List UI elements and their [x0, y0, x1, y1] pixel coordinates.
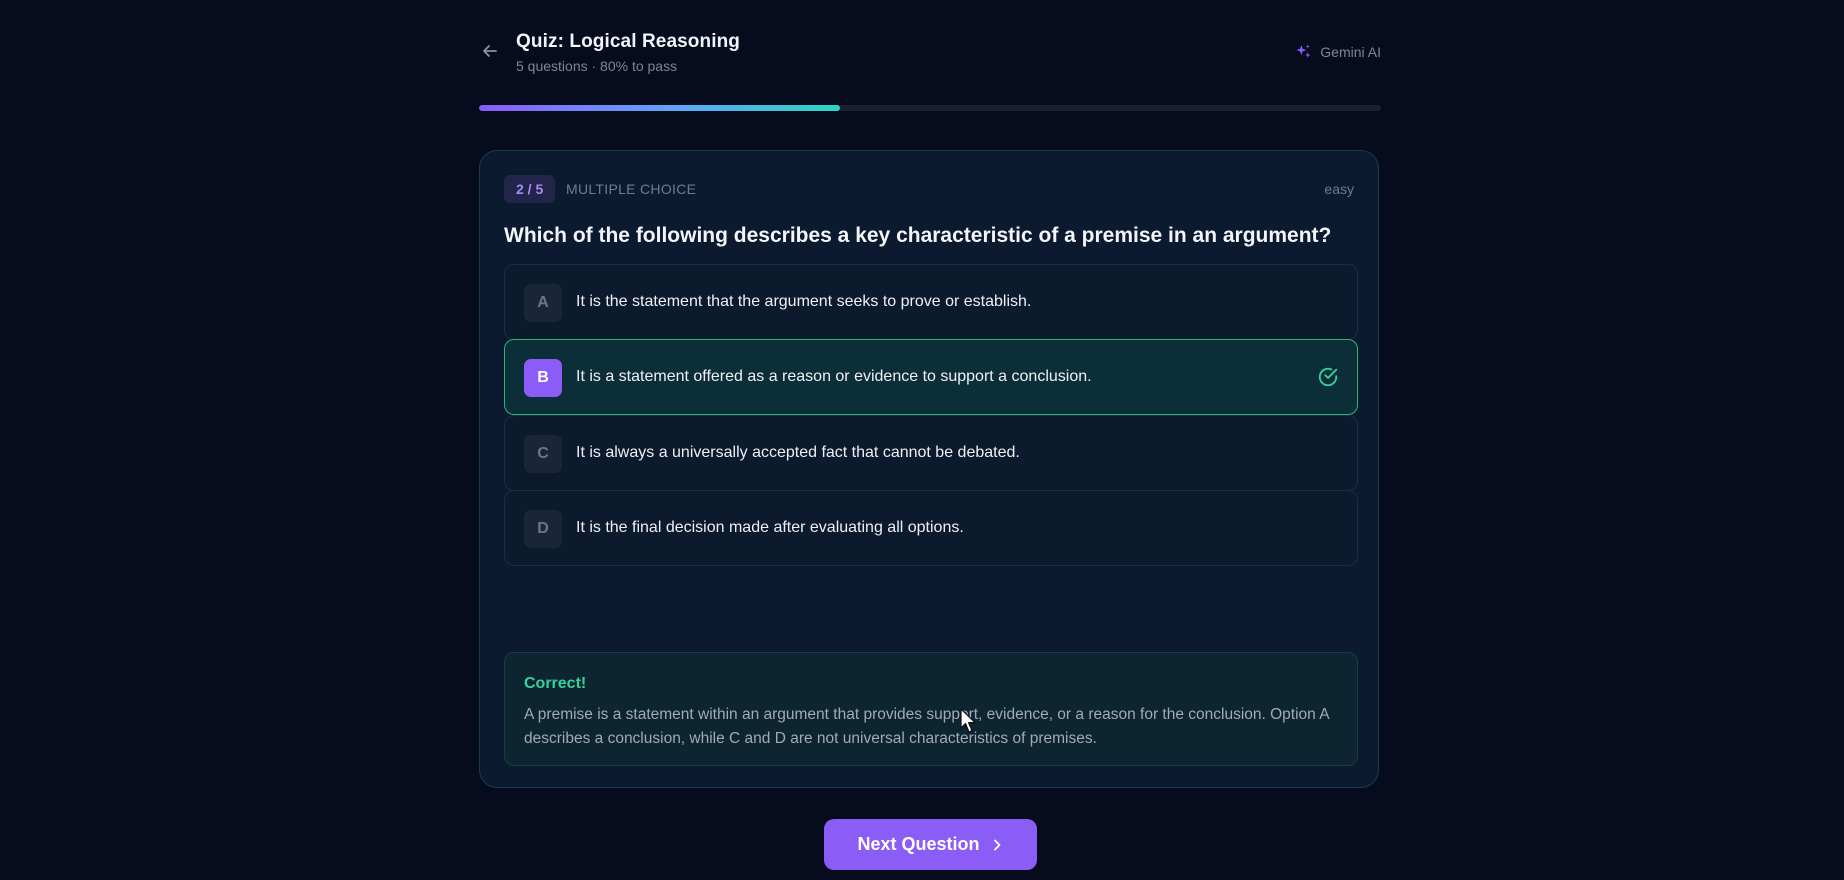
progress-bar: [479, 105, 1381, 111]
option-letter: C: [524, 435, 562, 473]
question-meta: 2 / 5 MULTIPLE CHOICE easy: [504, 175, 1354, 203]
feedback-text: A premise is a statement within an argum…: [524, 706, 1329, 747]
option-letter: D: [524, 510, 562, 548]
option-text: It is the final decision made after eval…: [576, 519, 964, 536]
check-circle-icon: [1318, 367, 1338, 387]
option-text: It is a statement offered as a reason or…: [576, 368, 1092, 385]
sparkles-icon: [1296, 44, 1311, 58]
question-text: Which of the following describes a key c…: [504, 224, 1332, 247]
question-counter: 2 / 5: [504, 175, 556, 203]
feedback-panel: Correct! A premise is a statement within…: [504, 652, 1358, 766]
mouse-cursor-icon: [960, 708, 976, 733]
back-button[interactable]: [479, 40, 501, 62]
feedback-title: Correct!: [524, 675, 587, 692]
option-letter: A: [524, 284, 562, 322]
option-d[interactable]: D It is the final decision made after ev…: [504, 490, 1358, 566]
title-block: Quiz: Logical Reasoning 5 questions · 80…: [516, 31, 740, 74]
difficulty-label: easy: [1324, 181, 1354, 197]
option-c[interactable]: C It is always a universally accepted fa…: [504, 415, 1358, 491]
ai-badge: Gemini AI: [1295, 43, 1381, 60]
question-type: MULTIPLE CHOICE: [566, 181, 697, 197]
ai-label: Gemini AI: [1320, 43, 1381, 60]
option-b[interactable]: B It is a statement offered as a reason …: [504, 339, 1358, 415]
quiz-subtitle: 5 questions · 80% to pass: [516, 58, 678, 74]
quiz-page: Quiz: Logical Reasoning 5 questions · 80…: [0, 0, 1844, 880]
chevron-right-icon: [993, 839, 1000, 850]
question-card: 2 / 5 MULTIPLE CHOICE easy Which of the …: [479, 150, 1379, 788]
arrow-left-icon: [483, 45, 497, 57]
quiz-container: Quiz: Logical Reasoning 5 questions · 80…: [479, 0, 1381, 788]
quiz-title: Quiz: Logical Reasoning: [516, 31, 740, 52]
option-a[interactable]: A It is the statement that the argument …: [504, 264, 1358, 340]
next-question-label: Next Question: [857, 834, 980, 854]
option-letter: B: [524, 359, 562, 397]
option-text: It is the statement that the argument se…: [576, 293, 1032, 310]
progress-fill: [479, 105, 840, 111]
next-question-button[interactable]: Next Question: [824, 819, 1037, 870]
quiz-header: Quiz: Logical Reasoning 5 questions · 80…: [479, 0, 1381, 100]
option-text: It is always a universally accepted fact…: [576, 444, 1020, 461]
